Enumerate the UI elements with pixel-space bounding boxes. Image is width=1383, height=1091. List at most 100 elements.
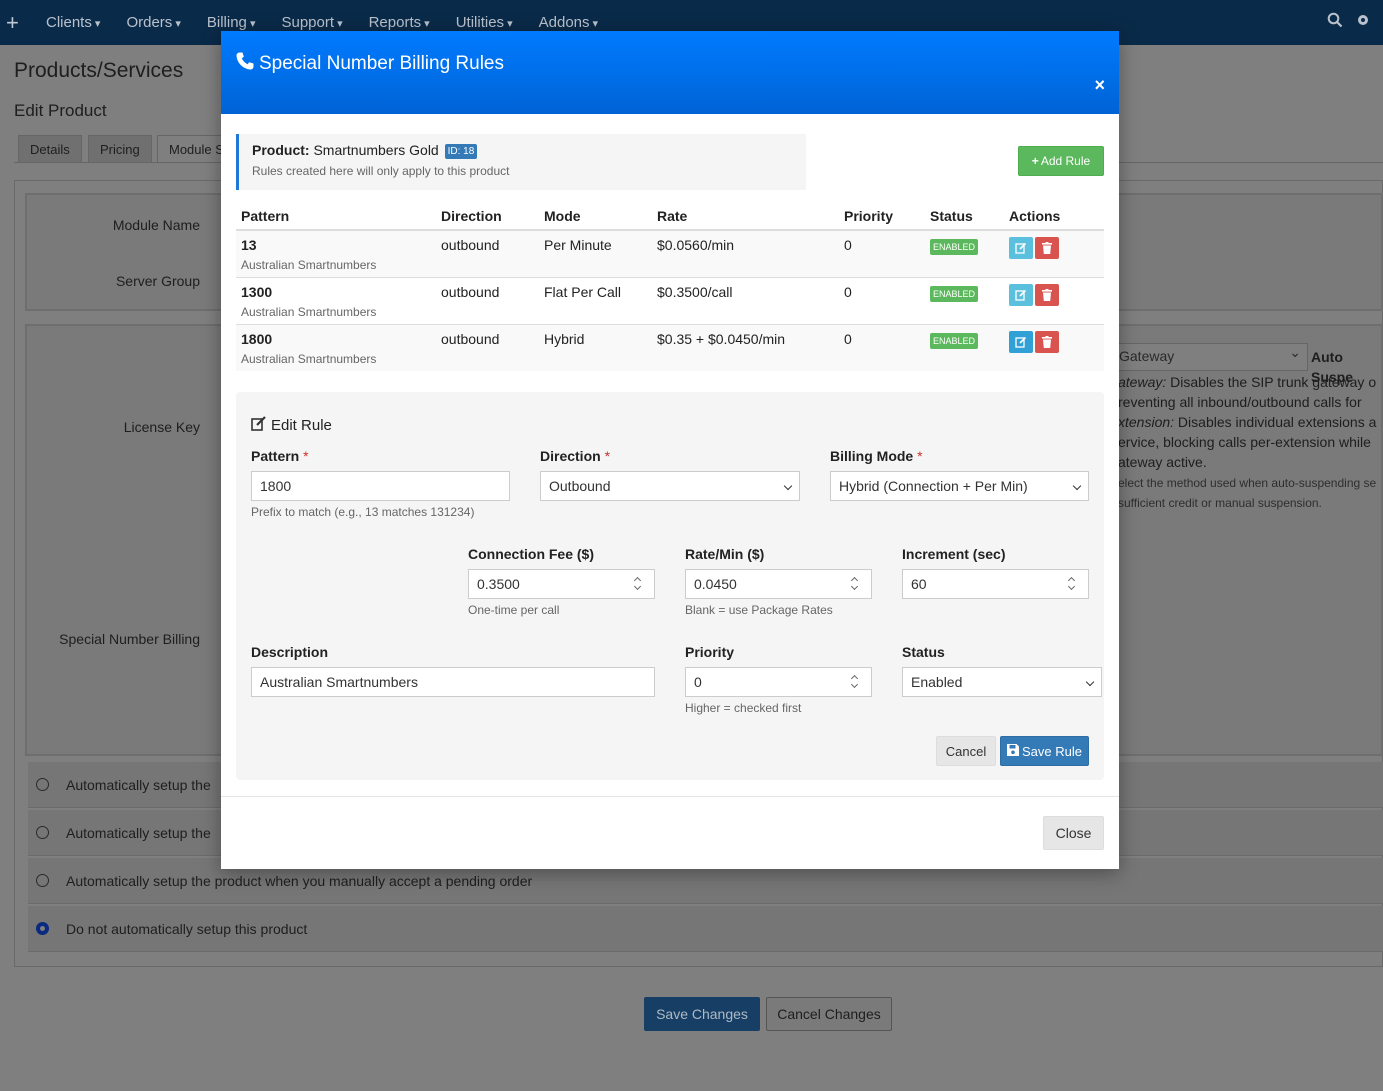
radio-button[interactable] [36, 874, 49, 887]
suspend-help-2: sufficient credit or manual suspension. [1118, 496, 1322, 510]
radio-button-checked[interactable] [36, 922, 49, 935]
table-row: 1800 Australian Smartnumbers outbound Hyb… [236, 323, 1104, 371]
pattern-help: Prefix to match (e.g., 13 matches 131234… [251, 505, 475, 519]
suspend-method-select[interactable]: Gateway [1118, 343, 1308, 371]
modal-close-icon[interactable]: × [1094, 75, 1105, 96]
spinner-icon[interactable] [630, 574, 646, 594]
nav-support[interactable]: Support [281, 14, 342, 31]
connection-fee-label: Connection Fee ($) [468, 546, 595, 562]
edit-icon[interactable] [1009, 283, 1033, 306]
rule-direction: outbound [436, 229, 539, 277]
rules-table: Pattern Direction Mode Rate Priority Sta… [236, 199, 1104, 371]
radio-button[interactable] [36, 778, 49, 791]
module-name-label: Module Name [112, 217, 200, 233]
special-number-billing-label: Special Number Billing [59, 631, 200, 647]
col-rate: Rate [652, 199, 839, 231]
phone-icon [235, 51, 259, 77]
direction-select[interactable]: Outbound [540, 471, 800, 501]
rule-pattern: 13 [241, 237, 257, 253]
suspend-desc-5: ateway active. [1118, 454, 1207, 470]
product-name: Smartnumbers Gold [313, 142, 439, 158]
main-menu: Clients Orders Billing Support Reports U… [46, 14, 624, 31]
rule-direction: outbound [436, 323, 539, 371]
save-changes-button[interactable]: Save Changes [644, 997, 760, 1031]
rule-description: Australian Smartnumbers [241, 351, 377, 366]
edit-rule-panel: Edit Rule Pattern * 1800 Prefix to match… [236, 392, 1104, 780]
trash-icon[interactable] [1035, 330, 1059, 353]
col-actions: Actions [1004, 199, 1104, 231]
col-priority: Priority [839, 199, 925, 231]
billing-rules-modal: Special Number Billing Rules × Product: … [221, 31, 1119, 869]
cancel-changes-button[interactable]: Cancel Changes [766, 997, 892, 1031]
radio-button[interactable] [36, 826, 49, 839]
description-input[interactable]: Australian Smartnumbers [251, 667, 655, 697]
gear-icon[interactable] [1355, 12, 1371, 33]
status-select[interactable]: Enabled [902, 667, 1102, 697]
rule-rate: $0.35 + $0.0450/min [652, 323, 839, 371]
nav-utilities[interactable]: Utilities [456, 14, 513, 31]
modal-header: Special Number Billing Rules × [221, 31, 1119, 114]
tab-pricing[interactable]: Pricing [88, 135, 152, 163]
connection-fee-help: One-time per call [468, 603, 560, 617]
nav-clients[interactable]: Clients [46, 14, 100, 31]
nav-reports[interactable]: Reports [369, 14, 430, 31]
rule-mode: Per Minute [539, 229, 652, 277]
license-key-label: License Key [123, 419, 200, 435]
spinner-icon[interactable] [847, 574, 863, 594]
nav-billing[interactable]: Billing [207, 14, 256, 31]
suspend-desc-4: ervice, blocking calls per-extension whi… [1118, 434, 1371, 450]
plus-icon: + [1031, 154, 1039, 168]
plus-icon[interactable]: + [6, 10, 32, 36]
tab-details[interactable]: Details [18, 135, 82, 163]
priority-help: Higher = checked first [685, 701, 802, 715]
rule-priority: 0 [839, 323, 925, 371]
direction-label: Direction * [540, 448, 611, 464]
product-id-badge: ID: 18 [444, 144, 478, 159]
col-mode: Mode [539, 199, 652, 231]
nav-orders[interactable]: Orders [126, 14, 180, 31]
connection-fee-input[interactable]: 0.3500 [468, 569, 655, 599]
rate-label: Rate/Min ($) [685, 546, 765, 562]
table-row: 1300 Australian Smartnumbers outbound Fla… [236, 276, 1104, 324]
floppy-disk-icon [1007, 743, 1022, 759]
col-direction: Direction [436, 199, 539, 231]
suspend-desc-3: xtension: Disables individual extensions… [1118, 414, 1377, 430]
billing-mode-select[interactable]: Hybrid (Connection + Per Min) [830, 471, 1089, 501]
rule-direction: outbound [436, 276, 539, 324]
priority-input[interactable]: 0 [685, 667, 872, 697]
billing-mode-label: Billing Mode * [830, 448, 923, 464]
product-label: Product: [252, 142, 310, 158]
status-badge: ENABLED [930, 239, 979, 255]
rule-rate: $0.3500/call [652, 276, 839, 324]
edit-rule-title: Edit Rule [251, 416, 332, 435]
trash-icon[interactable] [1035, 237, 1059, 259]
col-pattern: Pattern [236, 199, 436, 231]
rule-mode: Flat Per Call [539, 276, 652, 324]
cancel-rule-button[interactable]: Cancel [936, 736, 996, 766]
rate-input[interactable]: 0.0450 [685, 569, 872, 599]
description-label: Description [251, 644, 329, 660]
rule-mode: Hybrid [539, 323, 652, 371]
status-label: Status [902, 644, 945, 660]
save-rule-button[interactable]: Save Rule [1000, 736, 1089, 766]
close-button[interactable]: Close [1043, 816, 1104, 850]
search-icon[interactable] [1327, 12, 1343, 33]
modal-footer-divider [221, 796, 1119, 797]
suspend-desc-1: ateway: Disables the SIP trunk gateway o [1118, 374, 1377, 390]
edit-icon[interactable] [1009, 237, 1033, 259]
col-status: Status [925, 199, 1004, 231]
add-rule-button[interactable]: + Add Rule [1018, 146, 1104, 176]
page-title: Products/Services [14, 59, 184, 82]
spinner-icon[interactable] [1064, 574, 1080, 594]
radio-option-4[interactable]: Do not automatically setup this product [28, 906, 1383, 952]
page-subtitle: Edit Product [14, 101, 107, 120]
nav-addons[interactable]: Addons [539, 14, 598, 31]
pattern-label: Pattern * [251, 448, 309, 464]
table-row: 13 Australian Smartnumbers outbound Per M… [236, 229, 1104, 277]
edit-icon[interactable] [1009, 330, 1033, 353]
product-info: Product: Smartnumbers Gold ID: 18 Rules … [236, 134, 806, 190]
spinner-icon[interactable] [847, 672, 863, 692]
trash-icon[interactable] [1035, 283, 1059, 306]
increment-input[interactable]: 60 [902, 569, 1089, 599]
pattern-input[interactable]: 1800 [251, 471, 510, 501]
